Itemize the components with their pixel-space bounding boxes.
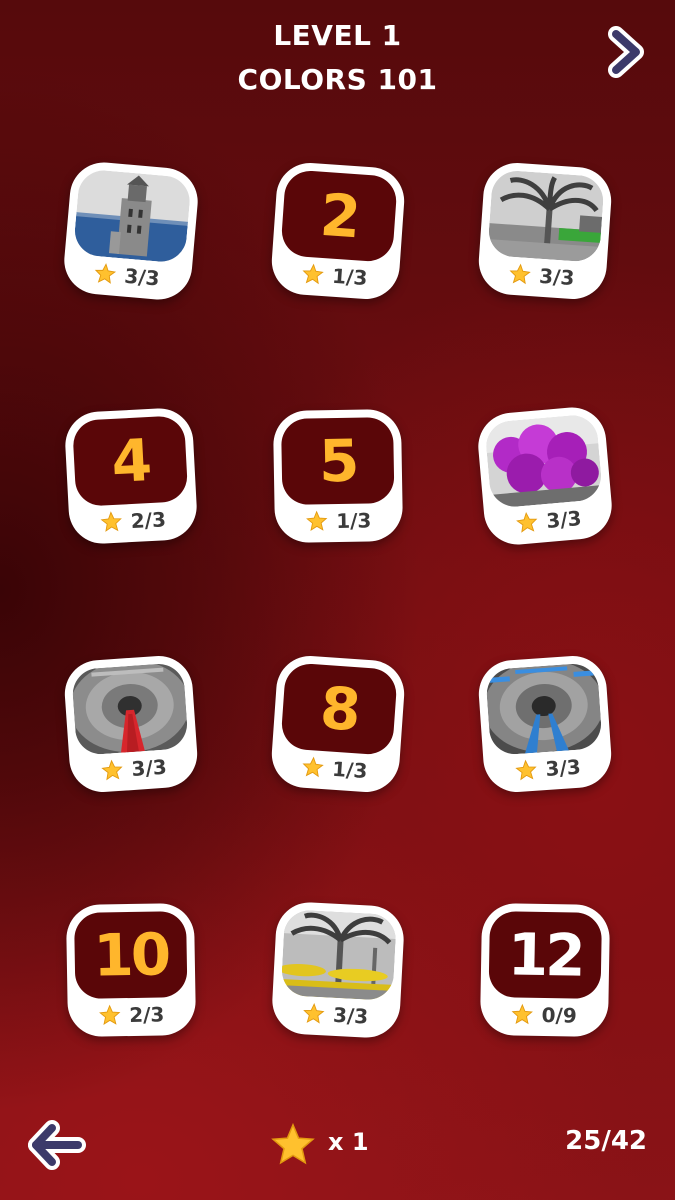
star-count: 2/3: [128, 1002, 165, 1028]
star-count: 3/3: [538, 263, 576, 291]
level-number-label: 12: [507, 920, 584, 990]
bougainvillea-thumbnail: [484, 413, 604, 509]
level-tile-8[interactable]: 8 1/3: [269, 653, 407, 795]
level-number-label: 10: [92, 920, 169, 990]
star-icon: [101, 759, 124, 781]
level-grid: 3/3 2 1/3 3/3 4 2/3 5 1/3 3/3 3/3 8 1/3 …: [0, 0, 675, 1100]
tunnel-blue-thumbnail: [485, 662, 603, 756]
progress-counter: 25/42: [565, 1126, 647, 1156]
tunnel-red-thumbnail: [71, 662, 189, 756]
palm-grass-thumbnail: [487, 169, 605, 263]
level-tile-3[interactable]: 3/3: [476, 160, 614, 302]
star-icon: [100, 511, 123, 532]
palm-yellow-flowers-thumbnail: [280, 909, 397, 1001]
level-tile-2[interactable]: 2 1/3: [269, 160, 407, 302]
star-icon: [303, 1003, 325, 1024]
level-number-label: 8: [318, 673, 361, 745]
star-icon: [95, 263, 117, 284]
level-tile-5[interactable]: 5 1/3: [272, 408, 404, 544]
star-count: 2/3: [130, 507, 167, 534]
level-tile-1[interactable]: 3/3: [61, 159, 201, 303]
level-tile-7[interactable]: 3/3: [62, 653, 200, 795]
star-count: 1/3: [331, 263, 369, 291]
star-icon: [271, 1122, 315, 1165]
level-tile-10[interactable]: 10 2/3: [65, 902, 197, 1038]
level-tile-12[interactable]: 12 0/9: [479, 902, 611, 1038]
star-icon: [509, 263, 532, 285]
star-count: 3/3: [130, 754, 168, 782]
star-count: 3/3: [545, 506, 583, 534]
level-tile-11[interactable]: 3/3: [270, 900, 406, 1040]
level-number-label: 4: [109, 426, 151, 496]
star-count: 3/3: [544, 754, 582, 782]
star-icon: [99, 1004, 121, 1025]
star-icon: [302, 756, 325, 778]
star-count: 3/3: [123, 263, 161, 291]
arrow-left-icon[interactable]: [28, 1116, 86, 1174]
star-count: 3/3: [332, 1002, 369, 1029]
star-count: 0/9: [541, 1002, 577, 1028]
level-number-label: 5: [318, 426, 358, 496]
star-count: 1/3: [331, 756, 369, 784]
star-count: 1/3: [335, 508, 372, 534]
level-tile-4[interactable]: 4 2/3: [63, 406, 199, 546]
star-icon: [515, 759, 538, 781]
star-multiplier: x 1: [328, 1128, 369, 1156]
star-icon: [516, 511, 538, 533]
lighthouse-thumbnail: [72, 168, 192, 264]
star-icon: [306, 510, 328, 531]
level-number-label: 2: [318, 180, 361, 252]
level-tile-6[interactable]: 3/3: [475, 404, 615, 548]
star-icon: [302, 263, 325, 285]
star-icon: [512, 1003, 534, 1025]
level-tile-9[interactable]: 3/3: [476, 653, 614, 795]
